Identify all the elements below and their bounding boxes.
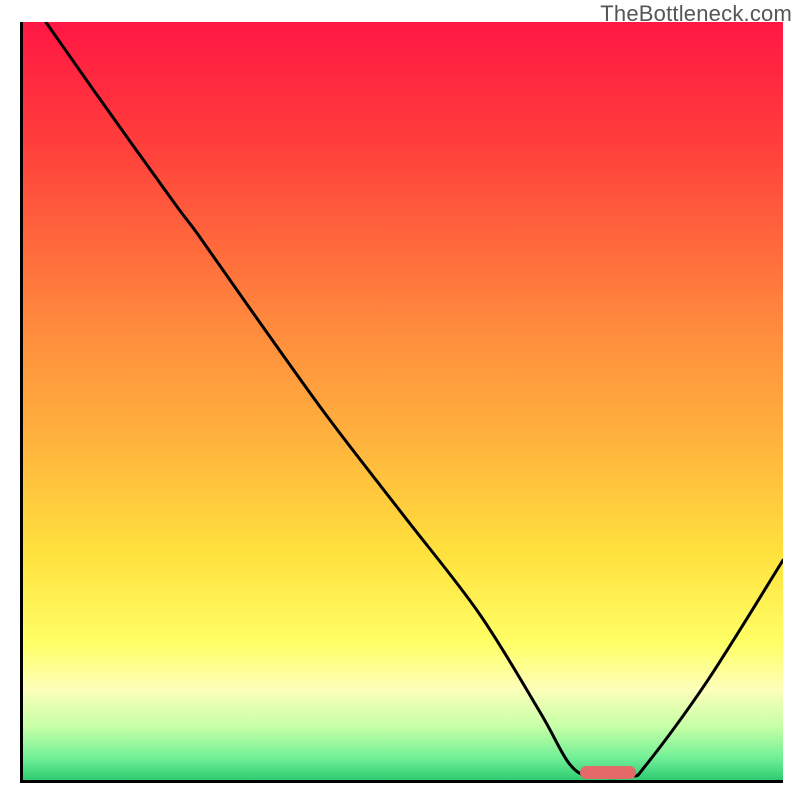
chart-container: TheBottleneck.com [0,0,800,800]
plot-area [20,22,783,783]
bottleneck-curve [23,22,783,780]
optimal-marker [580,766,636,780]
watermark-text: TheBottleneck.com [600,1,792,27]
